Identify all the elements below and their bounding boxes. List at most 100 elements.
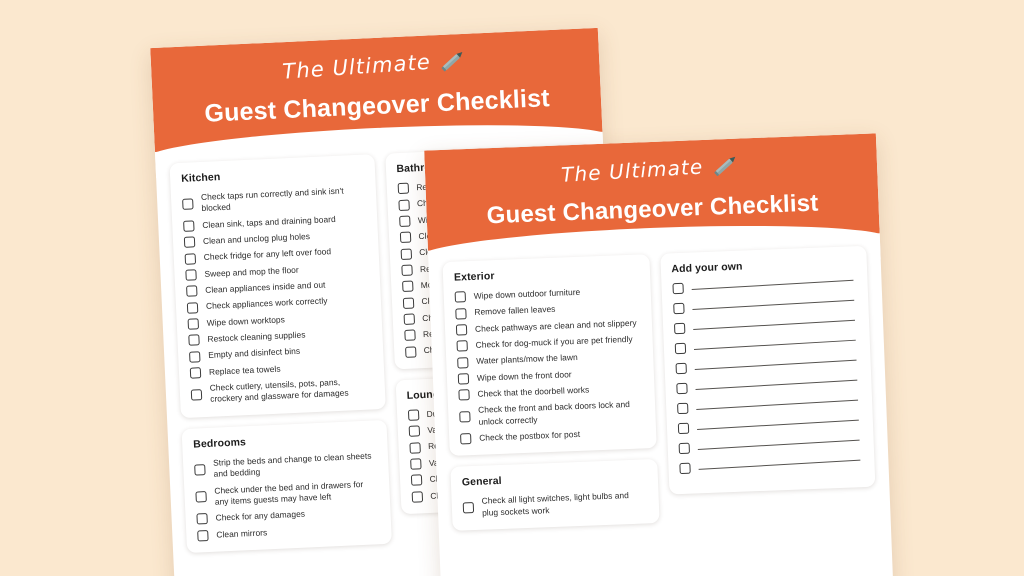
checkbox-icon[interactable] <box>397 199 410 211</box>
list-item[interactable]: Check pathways are clean and not slipper… <box>455 317 641 336</box>
checkbox-icon[interactable] <box>460 433 472 445</box>
checkbox-icon[interactable] <box>398 215 411 227</box>
list-item[interactable] <box>672 296 858 315</box>
checkbox-icon[interactable] <box>408 441 421 454</box>
list-item[interactable] <box>674 336 859 355</box>
checkbox-icon[interactable] <box>403 329 416 342</box>
checkbox-icon[interactable] <box>675 362 687 375</box>
checkbox-icon[interactable] <box>186 301 199 314</box>
write-in-line[interactable] <box>691 299 854 311</box>
checkbox-icon[interactable] <box>455 307 467 320</box>
list-item[interactable]: Check the front and back doors lock and … <box>459 399 644 429</box>
write-in-line[interactable] <box>695 399 858 410</box>
checkbox-icon[interactable] <box>400 248 412 260</box>
list-item[interactable]: Check the postbox for post <box>460 427 645 445</box>
item-label: Check taps run correctly and sink isn't … <box>200 185 344 214</box>
list-item[interactable] <box>676 396 862 415</box>
checkbox-icon[interactable] <box>195 491 207 503</box>
checkbox-icon[interactable] <box>459 411 471 423</box>
list-item[interactable]: Remove fallen leaves <box>455 301 640 320</box>
checkbox-icon[interactable] <box>678 442 690 455</box>
list-item[interactable] <box>675 356 860 375</box>
checkbox-icon[interactable] <box>397 182 409 195</box>
write-in-line[interactable] <box>691 279 853 291</box>
checkbox-icon[interactable] <box>188 334 200 346</box>
checkbox-icon[interactable] <box>194 463 206 476</box>
item-label: Check under the bed and in drawers for a… <box>214 478 364 507</box>
list-item[interactable] <box>678 456 864 475</box>
checkbox-icon[interactable] <box>675 382 688 395</box>
write-in-line[interactable] <box>692 319 855 331</box>
checkbox-icon[interactable] <box>456 340 468 352</box>
write-in-line[interactable] <box>698 459 860 470</box>
checklist-bedrooms: Strip the beds and change to clean sheet… <box>194 450 380 542</box>
checkbox-icon[interactable] <box>676 402 688 415</box>
checkbox-icon[interactable] <box>182 198 194 210</box>
list-item[interactable] <box>678 436 863 455</box>
checkbox-icon[interactable] <box>407 409 419 421</box>
list-item[interactable]: Check all light switches, light bulbs an… <box>462 490 647 520</box>
checkbox-icon[interactable] <box>184 252 197 265</box>
checkbox-icon[interactable] <box>189 367 202 379</box>
list-item[interactable] <box>677 416 862 435</box>
header-main-title: Guest Changeover Checklist <box>203 84 551 128</box>
checkbox-icon[interactable] <box>399 231 411 244</box>
list-item[interactable]: Check that the doorbell works <box>458 383 643 401</box>
write-in-line[interactable] <box>693 339 855 351</box>
list-item[interactable]: Check cutlery, utensils, pots, pans, cro… <box>190 376 373 407</box>
checkbox-icon[interactable] <box>454 291 467 303</box>
checkbox-icon[interactable] <box>402 297 414 309</box>
item-label: Strip the beds and change to clean sheet… <box>212 450 372 479</box>
checkbox-icon[interactable] <box>673 322 685 335</box>
checkbox-icon[interactable] <box>183 220 195 232</box>
checkbox-icon[interactable] <box>672 302 685 315</box>
list-item[interactable]: Check under the bed and in drawers for a… <box>195 478 378 509</box>
checkbox-icon[interactable] <box>458 389 470 401</box>
checkbox-icon[interactable] <box>408 425 420 438</box>
checkbox-icon[interactable] <box>400 264 413 276</box>
checkbox-icon[interactable] <box>196 513 208 525</box>
checkbox-icon[interactable] <box>404 346 417 358</box>
item-label: Check for dog-muck if you are pet friend… <box>475 333 633 350</box>
checkbox-icon[interactable] <box>455 324 468 336</box>
item-label: Replace tea towels <box>208 363 281 377</box>
list-item[interactable]: Water plants/mow the lawn <box>457 350 642 369</box>
checkbox-icon[interactable] <box>187 318 200 330</box>
checkbox-icon[interactable] <box>189 350 201 363</box>
list-item[interactable]: Wipe down outdoor furniture <box>454 285 640 303</box>
list-item[interactable]: Wipe down the front door <box>457 366 643 385</box>
write-in-line[interactable] <box>695 379 857 391</box>
checkbox-icon[interactable] <box>462 502 475 514</box>
item-label: Check that the doorbell works <box>477 384 590 399</box>
checkbox-icon[interactable] <box>186 285 198 298</box>
write-in-line[interactable] <box>696 419 858 430</box>
checkbox-icon[interactable] <box>183 236 196 249</box>
card-exterior: Exterior Wipe down outdoor furniture Rem… <box>442 254 657 457</box>
list-item[interactable] <box>673 316 858 335</box>
pencil-icon <box>437 47 468 79</box>
checkbox-icon[interactable] <box>671 282 684 295</box>
list-item[interactable] <box>671 276 857 295</box>
checkbox-icon[interactable] <box>403 313 415 325</box>
list-item[interactable]: Check taps run correctly and sink isn't … <box>182 185 365 216</box>
write-in-line[interactable] <box>697 439 859 450</box>
checkbox-icon[interactable] <box>409 458 422 470</box>
list-item[interactable]: Check for dog-muck if you are pet friend… <box>456 334 641 352</box>
checkbox-icon[interactable] <box>185 269 197 281</box>
list-item[interactable]: Clean mirrors <box>197 522 380 542</box>
checkbox-icon[interactable] <box>457 356 469 369</box>
checkbox-icon[interactable] <box>457 373 470 385</box>
checkbox-icon[interactable] <box>678 462 691 475</box>
checkbox-icon[interactable] <box>197 529 209 542</box>
list-item[interactable]: Strip the beds and change to clean sheet… <box>194 450 377 481</box>
checkbox-icon[interactable] <box>190 389 203 401</box>
item-label: Clean appliances inside and out <box>205 279 326 295</box>
write-in-line[interactable] <box>694 359 856 371</box>
checkbox-icon[interactable] <box>677 422 689 435</box>
checkbox-icon[interactable] <box>411 490 423 503</box>
checkbox-icon[interactable] <box>674 342 686 355</box>
list-item[interactable] <box>675 376 861 395</box>
checklist-kitchen: Check taps run correctly and sink isn't … <box>182 185 374 407</box>
checkbox-icon[interactable] <box>410 474 422 487</box>
checkbox-icon[interactable] <box>401 280 414 293</box>
